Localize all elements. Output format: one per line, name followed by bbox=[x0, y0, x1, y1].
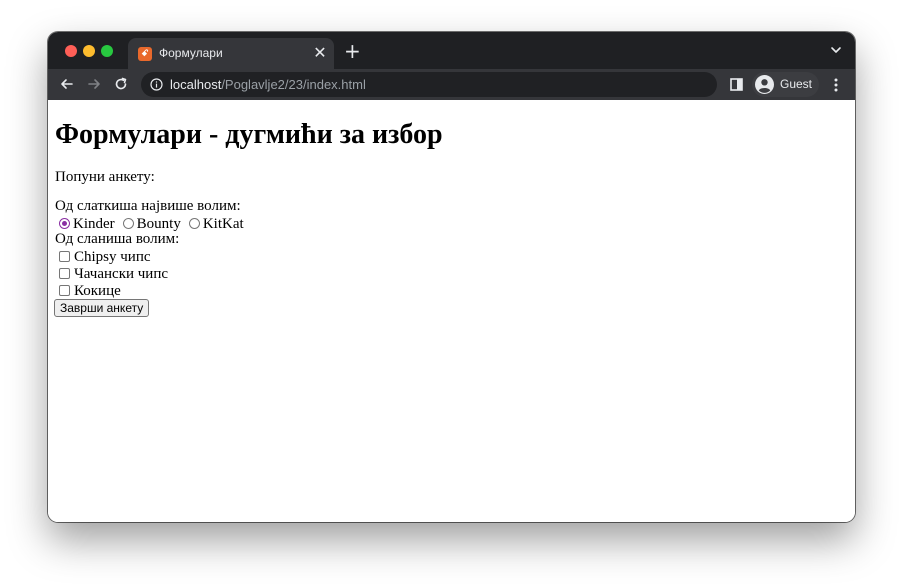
minimize-window-button[interactable] bbox=[83, 45, 95, 57]
profile-button[interactable]: Guest bbox=[752, 72, 819, 97]
radio-kinder[interactable] bbox=[59, 218, 70, 229]
radio-bounty[interactable] bbox=[122, 218, 134, 229]
tab-strip: ꗃ Формулари ✕ + bbox=[48, 32, 855, 69]
radio-kitkat[interactable] bbox=[188, 218, 200, 229]
checkbox-row-chipsy: Chipsy чипс bbox=[55, 248, 151, 266]
new-tab-button[interactable]: + bbox=[344, 41, 361, 61]
checkbox-label-cacanski[interactable]: Чачански чипс bbox=[74, 266, 168, 282]
tab-title: Формулари bbox=[159, 46, 223, 60]
url-path: /Poglavlje2/23/index.html bbox=[221, 77, 366, 92]
checkbox-label-chipsy[interactable]: Chipsy чипс bbox=[74, 249, 151, 265]
tab-search-chevron-icon[interactable] bbox=[830, 44, 842, 56]
snacks-question: Од сланиша волим: bbox=[55, 231, 180, 247]
checkbox-kokice[interactable] bbox=[59, 285, 70, 296]
page-content: Формулари - дугмићи за избор Попуни анке… bbox=[48, 100, 855, 522]
profile-label: Guest bbox=[780, 77, 813, 91]
site-info-icon[interactable] bbox=[150, 78, 163, 91]
forward-arrow-icon[interactable] bbox=[86, 76, 102, 92]
checkbox-row-cacanski: Чачански чипс bbox=[55, 265, 168, 283]
radio-label-kitkat[interactable]: KitKat bbox=[203, 216, 244, 232]
sweets-question: Од слаткиша највише волим: bbox=[55, 198, 241, 214]
maximize-window-button[interactable] bbox=[101, 45, 113, 57]
url-host: localhost bbox=[170, 77, 222, 92]
checkbox-label-kokice[interactable]: Кокице bbox=[74, 283, 121, 299]
side-panel-icon[interactable] bbox=[730, 78, 743, 91]
address-bar[interactable]: localhost/Poglavlje2/23/index.html bbox=[141, 72, 717, 97]
survey-intro: Попуни анкету: bbox=[55, 169, 155, 185]
browser-window: ꗃ Формулари ✕ + localhost/Poglavlje2/23/… bbox=[48, 32, 855, 522]
page-title: Формулари - дугмићи за избор bbox=[55, 119, 443, 150]
tab-active[interactable]: ꗃ Формулари ✕ bbox=[128, 38, 334, 69]
checkbox-chipsy[interactable] bbox=[59, 251, 70, 262]
back-arrow-icon[interactable] bbox=[59, 76, 75, 92]
xampp-favicon-icon: ꗃ bbox=[138, 47, 152, 61]
checkbox-row-kokice: Кокице bbox=[55, 282, 121, 300]
close-window-button[interactable] bbox=[65, 45, 77, 57]
submit-survey-button[interactable]: Заврши анкету bbox=[54, 299, 150, 317]
tab-close-icon[interactable]: ✕ bbox=[312, 45, 328, 61]
avatar-icon bbox=[755, 75, 774, 94]
url-text[interactable]: localhost/Poglavlje2/23/index.html bbox=[170, 77, 366, 92]
checkbox-cacanski[interactable] bbox=[59, 268, 70, 279]
more-menu-icon[interactable] bbox=[831, 77, 841, 93]
browser-toolbar: localhost/Poglavlje2/23/index.html Guest bbox=[48, 69, 855, 100]
radio-label-bounty[interactable]: Bounty bbox=[137, 216, 181, 232]
radio-label-kinder[interactable]: Kinder bbox=[73, 216, 115, 232]
reload-icon[interactable] bbox=[113, 76, 129, 92]
